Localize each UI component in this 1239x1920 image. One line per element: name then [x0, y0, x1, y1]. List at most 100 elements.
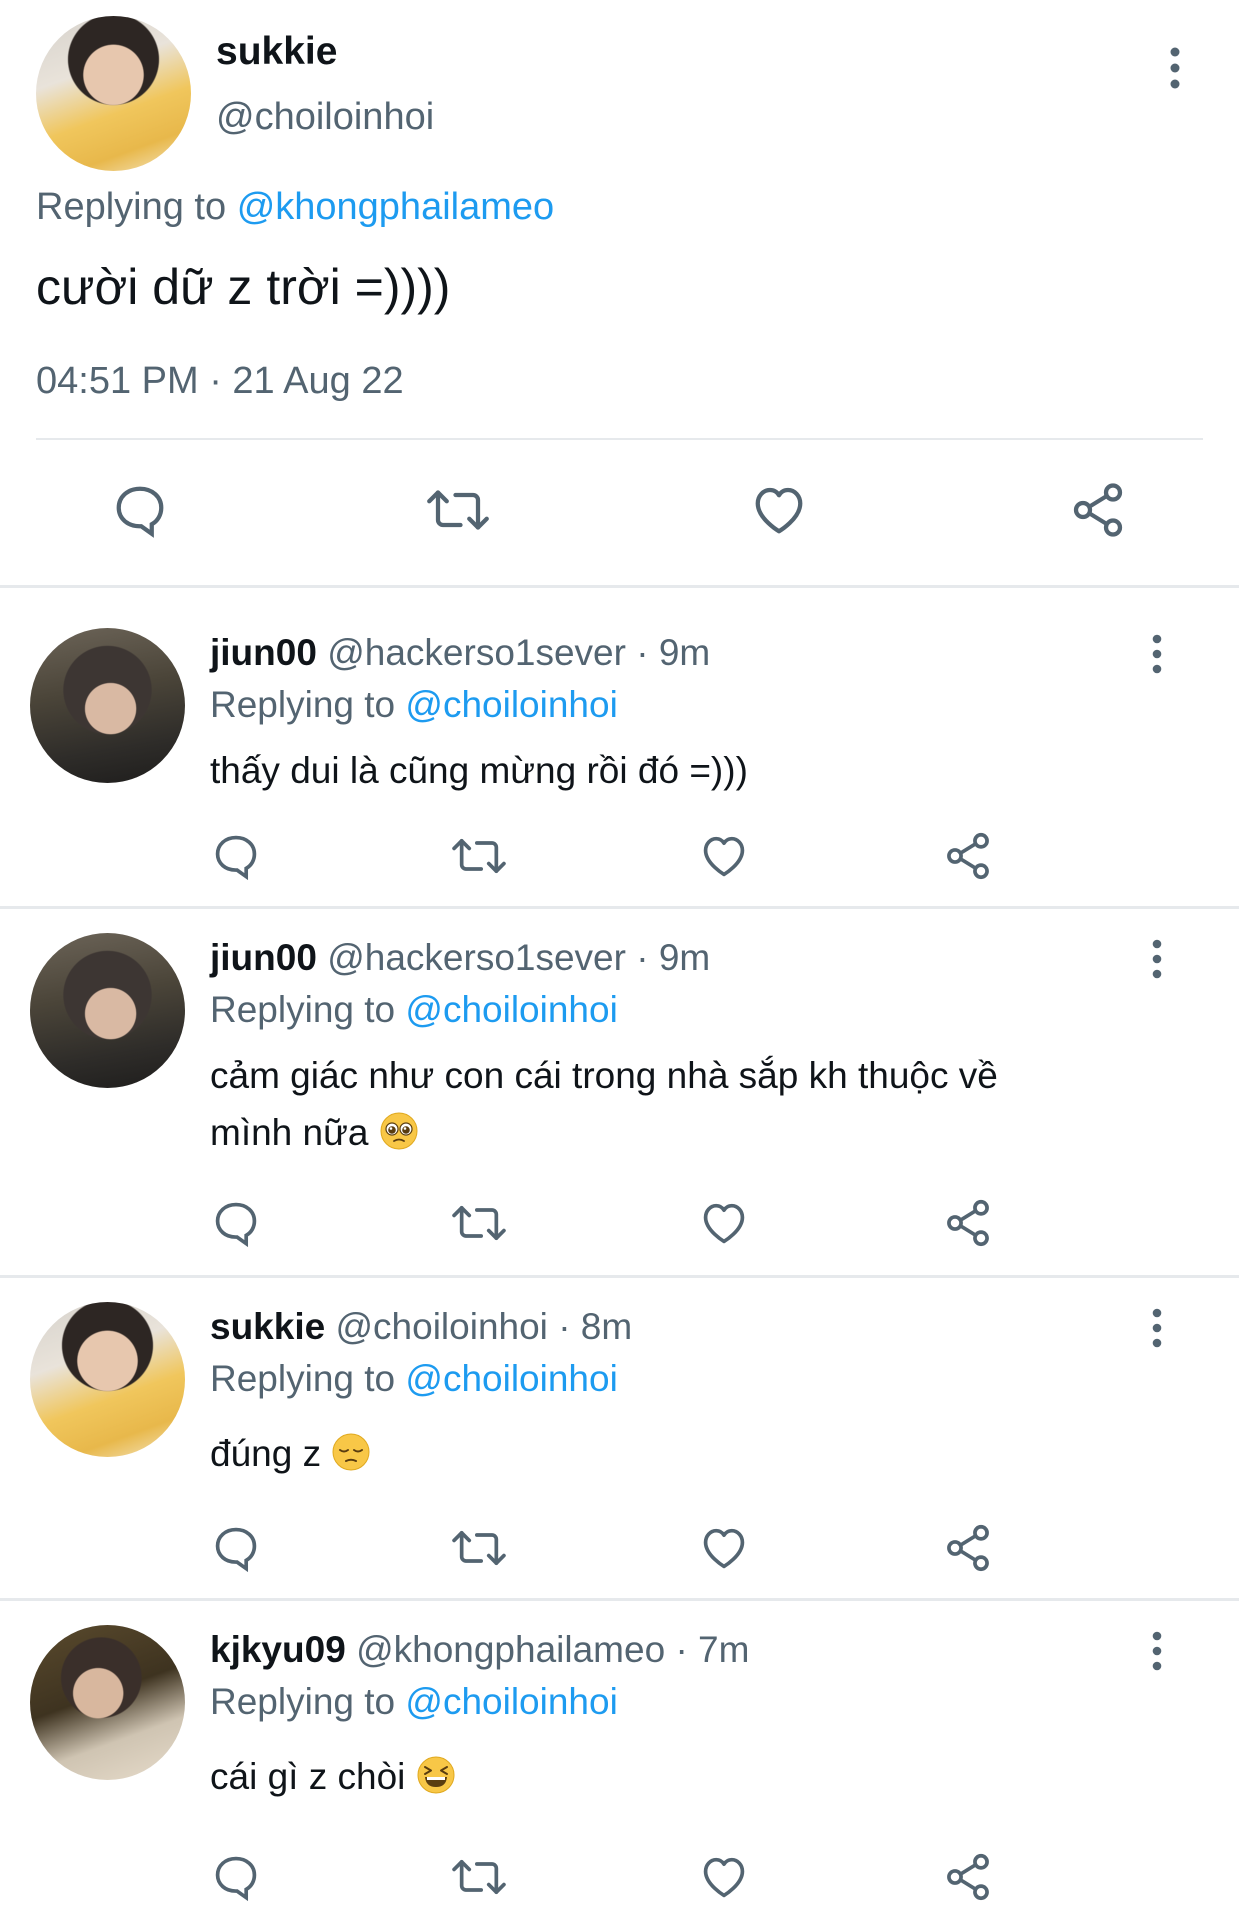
more-options-icon[interactable] — [1142, 633, 1172, 675]
retweet-icon — [452, 838, 506, 874]
tweet-text: cười dữ z trời =)))) — [36, 259, 451, 315]
reply-header: jiun00 @hackerso1sever · 9m — [210, 632, 710, 674]
avatar[interactable] — [30, 628, 185, 783]
replying-prefix: Replying to — [210, 684, 396, 725]
pensive-face-emoji — [331, 1432, 371, 1481]
reply-time: · 8m — [558, 1306, 633, 1347]
reply-time: · 9m — [636, 632, 711, 673]
more-options-icon[interactable] — [1142, 1307, 1172, 1349]
retweet-button[interactable] — [450, 1197, 508, 1249]
more-options-icon[interactable] — [1142, 938, 1172, 980]
replying-to-handle[interactable]: @khongphailameo — [237, 186, 554, 228]
reply-button[interactable] — [210, 830, 262, 882]
reply-text-line-2: mình nữa — [210, 1111, 419, 1160]
reply-text-line-2-text: mình nữa — [210, 1112, 369, 1153]
replying-to-handle[interactable]: @choiloinhoi — [405, 684, 617, 725]
reply-button[interactable] — [210, 1197, 262, 1249]
share-button[interactable] — [942, 1851, 994, 1903]
handle[interactable]: @choiloinhoi — [216, 96, 434, 139]
reply-header: kjkyu09 @khongphailameo · 7m — [210, 1629, 749, 1671]
handle[interactable]: @hackerso1sever — [327, 937, 626, 978]
like-button[interactable] — [698, 1197, 750, 1249]
display-name[interactable]: jiun00 — [210, 632, 317, 673]
grinning-squinting-face-emoji — [416, 1755, 456, 1804]
avatar[interactable] — [36, 16, 191, 171]
retweet-icon — [427, 490, 489, 530]
reply-time: · 7m — [675, 1629, 750, 1670]
display-name[interactable]: sukkie — [216, 30, 337, 74]
share-button[interactable] — [1068, 480, 1128, 540]
like-button[interactable] — [748, 480, 810, 540]
more-options-icon[interactable] — [1142, 1630, 1172, 1672]
reply-icon — [215, 835, 257, 881]
handle[interactable]: @hackerso1sever — [327, 632, 626, 673]
reply-text-content: cái gì z chòi — [210, 1756, 406, 1797]
like-icon — [755, 487, 803, 534]
reply-button[interactable] — [210, 1522, 262, 1574]
divider — [36, 438, 1203, 440]
retweet-button[interactable] — [450, 830, 508, 882]
retweet-icon — [452, 1205, 506, 1241]
avatar[interactable] — [30, 1625, 185, 1780]
like-icon — [703, 1857, 745, 1898]
retweet-button[interactable] — [450, 1522, 508, 1574]
retweet-button[interactable] — [450, 1851, 508, 1903]
share-icon — [947, 832, 989, 880]
share-button[interactable] — [942, 1522, 994, 1574]
share-icon — [947, 1853, 989, 1901]
reply-time: · 9m — [636, 937, 711, 978]
replying-to: Replying to @choiloinhoi — [210, 1681, 618, 1723]
reply-icon — [116, 486, 164, 538]
avatar[interactable] — [30, 933, 185, 1088]
avatar[interactable] — [30, 1302, 185, 1457]
display-name[interactable]: jiun00 — [210, 937, 317, 978]
replying-to-handle[interactable]: @choiloinhoi — [405, 1681, 617, 1722]
like-icon — [703, 1203, 745, 1244]
share-icon — [947, 1199, 989, 1247]
share-button[interactable] — [942, 1197, 994, 1249]
more-options-icon[interactable] — [1160, 46, 1190, 90]
like-button[interactable] — [698, 1522, 750, 1574]
retweet-button[interactable] — [425, 480, 491, 540]
retweet-icon — [452, 1859, 506, 1895]
retweet-icon — [452, 1530, 506, 1566]
replying-prefix: Replying to — [210, 1358, 396, 1399]
like-button[interactable] — [698, 830, 750, 882]
reply-tweet: jiun00 @hackerso1sever · 9m Replying to … — [0, 909, 1239, 1275]
reply-tweet: jiun00 @hackerso1sever · 9m Replying to … — [0, 588, 1239, 906]
reply-tweet: sukkie @choiloinhoi · 8m Replying to @ch… — [0, 1278, 1239, 1598]
pleading-face-emoji — [379, 1111, 419, 1160]
reply-button[interactable] — [110, 480, 170, 540]
reply-button[interactable] — [210, 1851, 262, 1903]
replying-prefix: Replying to — [210, 989, 396, 1030]
handle[interactable]: @choiloinhoi — [335, 1306, 547, 1347]
like-icon — [703, 836, 745, 877]
timestamp[interactable]: 04:51 PM · 21 Aug 22 — [36, 360, 404, 403]
reply-header: jiun00 @hackerso1sever · 9m — [210, 937, 710, 979]
reply-text: thấy dui là cũng mừng rồi đó =))) — [210, 750, 748, 791]
reply-text-content: đúng z — [210, 1433, 322, 1474]
reply-action-bar — [210, 1851, 1010, 1903]
replying-to: Replying to @choiloinhoi — [210, 684, 618, 726]
share-icon — [947, 1524, 989, 1572]
reply-action-bar — [210, 830, 1010, 882]
reply-text: đúng z — [210, 1432, 371, 1481]
replying-to: Replying to @choiloinhoi — [210, 989, 618, 1031]
share-button[interactable] — [942, 830, 994, 882]
display-name[interactable]: kjkyu09 — [210, 1629, 346, 1670]
reply-header: sukkie @choiloinhoi · 8m — [210, 1306, 632, 1348]
reply-action-bar — [210, 1197, 1010, 1249]
reply-text-line-1: cảm giác như con cái trong nhà sắp kh th… — [210, 1055, 998, 1096]
replying-prefix: Replying to — [210, 1681, 396, 1722]
replying-to-handle[interactable]: @choiloinhoi — [405, 1358, 617, 1399]
reply-icon — [215, 1202, 257, 1248]
display-name[interactable]: sukkie — [210, 1306, 325, 1347]
main-tweet: sukkie @choiloinhoi Replying to @khongph… — [0, 0, 1239, 580]
reply-icon — [215, 1527, 257, 1573]
replying-to: Replying to @khongphailameo — [36, 186, 554, 229]
replying-prefix: Replying to — [36, 186, 227, 228]
replying-to-handle[interactable]: @choiloinhoi — [405, 989, 617, 1030]
reply-action-bar — [210, 1522, 1010, 1574]
like-button[interactable] — [698, 1851, 750, 1903]
handle[interactable]: @khongphailameo — [356, 1629, 665, 1670]
